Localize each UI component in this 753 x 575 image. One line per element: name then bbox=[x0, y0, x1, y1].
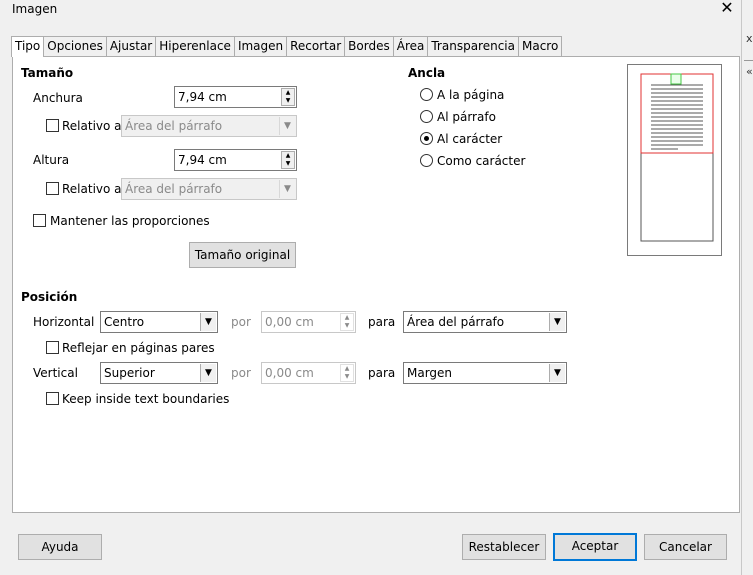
horizontal-to-label: para bbox=[368, 315, 396, 329]
cancel-button[interactable]: Cancelar bbox=[644, 534, 727, 560]
horizontal-by-value: 0,00 cm bbox=[265, 315, 314, 329]
width-label: Anchura bbox=[33, 91, 83, 105]
keep-ratio-checkbox[interactable] bbox=[33, 214, 46, 227]
width-relative-label: Relativo a bbox=[62, 119, 122, 133]
ok-button[interactable]: Aceptar bbox=[553, 533, 637, 561]
vertical-to-select[interactable]: Margen ▼ bbox=[403, 362, 567, 384]
window-title: Imagen bbox=[12, 2, 58, 16]
vertical-to-label: para bbox=[368, 366, 396, 380]
spin-arrows: ▲ ▼ bbox=[340, 364, 354, 382]
chevron-down-icon: ▼ bbox=[279, 180, 295, 198]
preview-anchor-marker bbox=[670, 73, 682, 85]
width-spinbox[interactable]: 7,94 cm ▲ ▼ bbox=[174, 86, 297, 108]
anchor-page-radio[interactable] bbox=[420, 88, 433, 101]
background-chevron-icon: « bbox=[746, 65, 753, 78]
horizontal-by-spinbox: 0,00 cm ▲ ▼ bbox=[261, 311, 356, 333]
chevron-down-icon[interactable]: ▼ bbox=[200, 313, 216, 331]
preview-page bbox=[640, 73, 714, 242]
chevron-down-icon: ▼ bbox=[279, 117, 295, 135]
width-value: 7,94 cm bbox=[178, 90, 227, 104]
width-relative-checkbox[interactable] bbox=[46, 119, 59, 132]
height-spinbox[interactable]: 7,94 cm ▲ ▼ bbox=[174, 149, 297, 171]
vertical-label: Vertical bbox=[33, 366, 78, 380]
anchor-as-character-radio[interactable] bbox=[420, 154, 433, 167]
tab-tipo[interactable]: Tipo bbox=[11, 36, 45, 57]
horizontal-to-value: Área del párrafo bbox=[407, 315, 505, 329]
vertical-by-label: por bbox=[231, 366, 251, 380]
chevron-down-icon[interactable]: ▼ bbox=[549, 313, 565, 331]
height-relative-value: Área del párrafo bbox=[125, 182, 223, 196]
position-heading: Posición bbox=[21, 290, 78, 304]
keep-inside-checkbox[interactable] bbox=[46, 392, 59, 405]
width-spin-arrows[interactable]: ▲ ▼ bbox=[281, 88, 295, 106]
spin-arrows: ▲ ▼ bbox=[340, 313, 354, 331]
anchor-page-label: A la página bbox=[437, 88, 505, 102]
vertical-by-spinbox: 0,00 cm ▲ ▼ bbox=[261, 362, 356, 384]
background-separator bbox=[744, 60, 753, 61]
height-label: Altura bbox=[33, 153, 70, 167]
height-relative-select: Área del párrafo ▼ bbox=[121, 178, 297, 200]
preview-graphic bbox=[640, 73, 714, 242]
original-size-button[interactable]: Tamaño original bbox=[189, 242, 296, 268]
tab-macro[interactable]: Macro bbox=[517, 36, 563, 56]
tab-hiperenlace[interactable]: Hiperenlace bbox=[155, 36, 235, 56]
anchor-as-character-label: Como carácter bbox=[437, 154, 526, 168]
horizontal-label: Horizontal bbox=[33, 315, 95, 329]
height-value: 7,94 cm bbox=[178, 153, 227, 167]
reset-button[interactable]: Restablecer bbox=[462, 534, 546, 560]
anchor-paragraph-label: Al párrafo bbox=[437, 110, 496, 124]
horizontal-value: Centro bbox=[104, 315, 145, 329]
tab-ajustar[interactable]: Ajustar bbox=[105, 36, 157, 56]
anchor-heading: Ancla bbox=[408, 66, 446, 80]
tab-bar: Tipo Opciones Ajustar Hiperenlace Imagen… bbox=[11, 36, 563, 57]
vertical-by-value: 0,00 cm bbox=[265, 366, 314, 380]
anchor-character-label: Al carácter bbox=[437, 132, 503, 146]
height-relative-checkbox[interactable] bbox=[46, 182, 59, 195]
tab-imagen[interactable]: Imagen bbox=[233, 36, 288, 56]
vertical-select[interactable]: Superior ▼ bbox=[100, 362, 218, 384]
horizontal-by-label: por bbox=[231, 315, 251, 329]
chevron-down-icon[interactable]: ▼ bbox=[200, 364, 216, 382]
position-preview bbox=[627, 64, 722, 256]
mirror-label: Reflejar en páginas pares bbox=[62, 341, 215, 355]
tab-bordes[interactable]: Bordes bbox=[344, 36, 394, 56]
mirror-checkbox[interactable] bbox=[46, 341, 59, 354]
width-relative-select: Área del párrafo ▼ bbox=[121, 115, 297, 137]
vertical-to-value: Margen bbox=[407, 366, 453, 380]
vertical-value: Superior bbox=[104, 366, 155, 380]
close-icon[interactable]: ✕ bbox=[718, 0, 736, 18]
help-button[interactable]: Ayuda bbox=[18, 534, 102, 560]
anchor-character-radio[interactable] bbox=[420, 132, 433, 145]
tab-recortar[interactable]: Recortar bbox=[286, 36, 346, 56]
tab-opciones[interactable]: Opciones bbox=[43, 36, 107, 56]
horizontal-select[interactable]: Centro ▼ bbox=[100, 311, 218, 333]
tab-area[interactable]: Área bbox=[392, 36, 429, 56]
chevron-down-icon[interactable]: ▼ bbox=[549, 364, 565, 382]
width-relative-value: Área del párrafo bbox=[125, 119, 223, 133]
height-relative-label: Relativo a bbox=[62, 182, 122, 196]
anchor-paragraph-radio[interactable] bbox=[420, 110, 433, 123]
keep-inside-label: Keep inside text boundaries bbox=[62, 392, 230, 406]
tab-transparencia[interactable]: Transparencia bbox=[427, 36, 519, 56]
keep-ratio-label: Mantener las proporciones bbox=[50, 214, 210, 228]
background-close-icon: x bbox=[746, 32, 753, 45]
size-heading: Tamaño bbox=[21, 66, 74, 80]
background-window-edge bbox=[741, 0, 753, 575]
height-spin-arrows[interactable]: ▲ ▼ bbox=[281, 151, 295, 169]
horizontal-to-select[interactable]: Área del párrafo ▼ bbox=[403, 311, 567, 333]
